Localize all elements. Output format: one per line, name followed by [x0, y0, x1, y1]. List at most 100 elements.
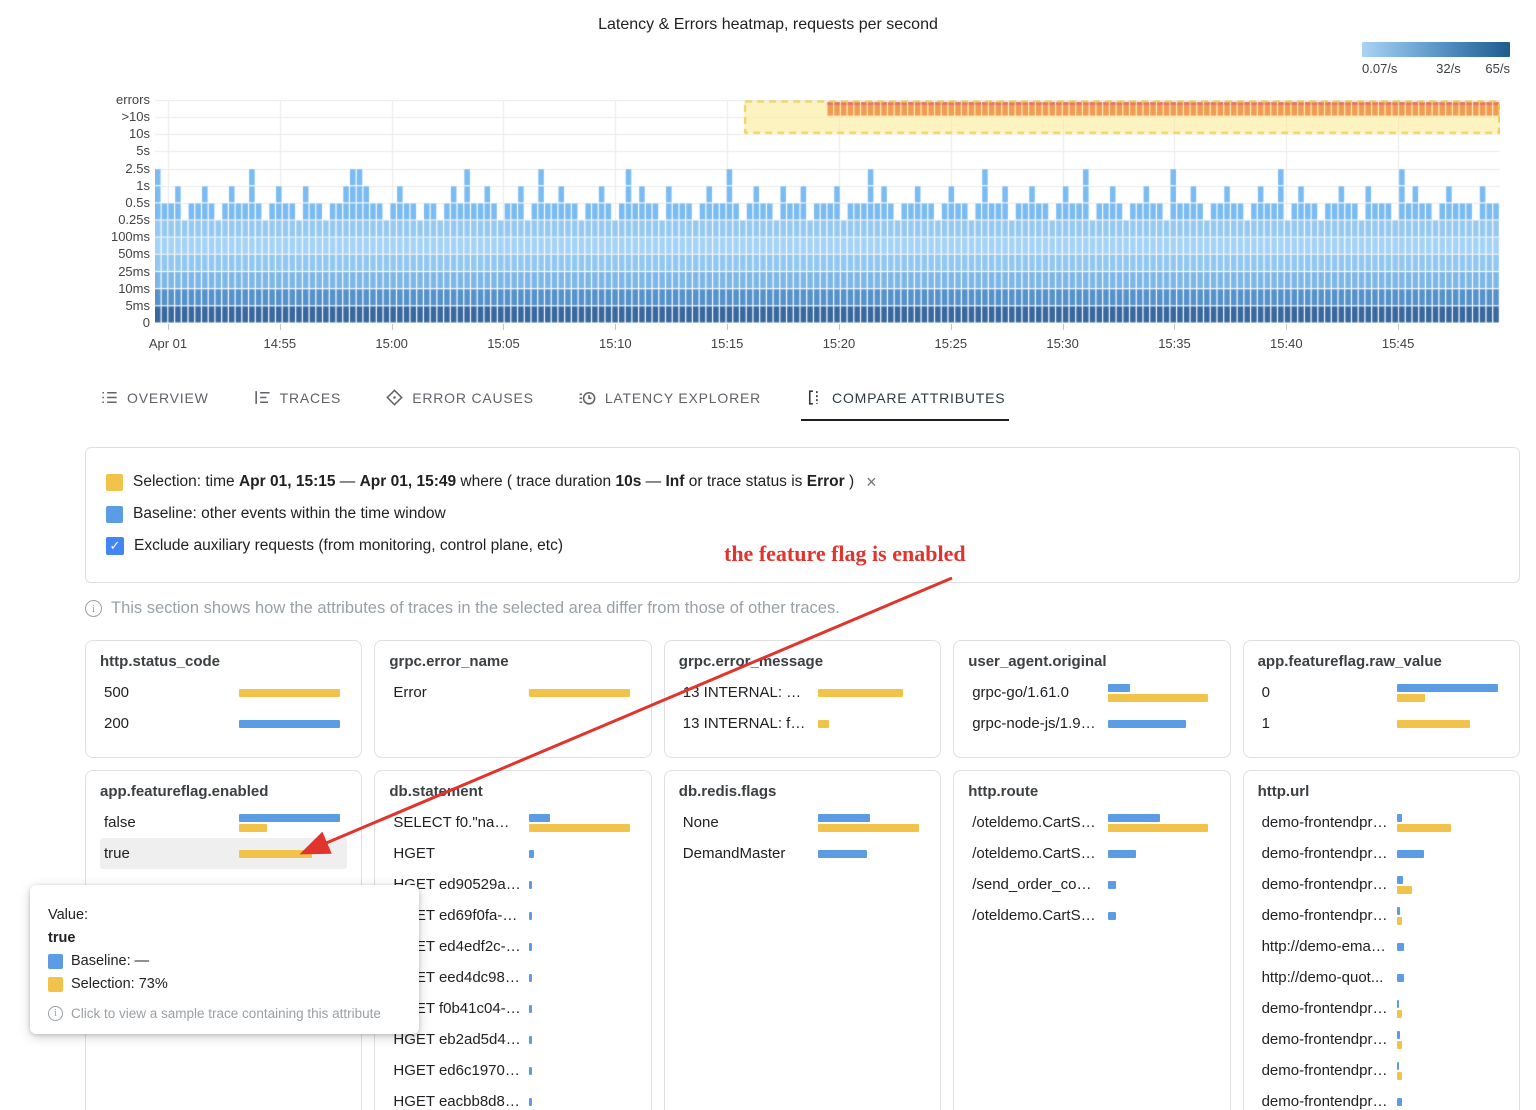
attribute-value-row[interactable]: demo-frontendpro... — [1258, 993, 1505, 1024]
baseline-bar — [529, 912, 532, 920]
attribute-value-label: http://demo-quot... — [1262, 969, 1392, 986]
tab-latency-explorer[interactable]: LATENCY EXPLORER — [578, 388, 761, 421]
x-axis-label: 15:45 — [1353, 336, 1443, 351]
attribute-bars — [529, 1036, 633, 1044]
x-axis-tick — [839, 324, 840, 330]
x-axis-label: 15:00 — [347, 336, 437, 351]
attribute-cards-grid: http.status_code500200grpc.error_nameErr… — [85, 640, 1520, 1110]
attribute-value-label: 1 — [1262, 715, 1278, 732]
y-axis-label: 10ms — [2, 281, 150, 296]
x-axis-tick — [615, 324, 616, 330]
x-axis-label: Apr 01 — [123, 336, 213, 351]
selection-bar — [818, 689, 903, 697]
attribute-bars — [529, 850, 633, 858]
section-info-line: i This section shows how the attributes … — [85, 599, 840, 618]
latency-explorer-icon — [578, 388, 597, 407]
tooltip-hint: i Click to view a sample trace containin… — [48, 1006, 401, 1021]
baseline-bar — [1397, 814, 1402, 822]
attribute-value-row[interactable]: HGET ed90529a-f... — [389, 869, 636, 900]
selection-swatch — [106, 474, 123, 491]
attribute-value-label: demo-frontendpro... — [1262, 876, 1397, 893]
tab-overview[interactable]: OVERVIEW — [100, 388, 209, 421]
y-axis-label: 2.5s — [2, 161, 150, 176]
overview-list-icon — [100, 388, 119, 407]
attribute-value-row[interactable]: true — [100, 838, 347, 869]
attribute-value-label: /oteldemo.CartSe... — [972, 845, 1107, 862]
tab-error-causes[interactable]: ERROR CAUSES — [385, 388, 534, 421]
x-axis-tick — [951, 324, 952, 330]
exclude-checkbox[interactable]: ✓ — [106, 537, 124, 555]
baseline-bar — [1108, 912, 1116, 920]
attribute-card-http.status_code: http.status_code500200 — [85, 640, 362, 758]
attribute-bars — [529, 974, 633, 982]
baseline-bar — [1397, 974, 1404, 982]
attribute-value-label: true — [104, 845, 138, 862]
attribute-value-row[interactable]: 1 — [1258, 708, 1505, 739]
tab-compare-attributes[interactable]: COMPARE ATTRIBUTES — [805, 388, 1005, 421]
close-icon[interactable]: × — [866, 473, 877, 491]
baseline-bar — [529, 1036, 532, 1044]
attribute-value-row[interactable]: None — [679, 807, 926, 838]
attribute-value-row[interactable]: 13 INTERNAL: Err... — [679, 677, 926, 708]
baseline-bar — [1397, 1000, 1399, 1008]
attribute-value-row[interactable]: /oteldemo.CartSe... — [968, 838, 1215, 869]
attribute-value-row[interactable]: demo-frontendpro... — [1258, 1055, 1505, 1086]
attribute-value-row[interactable]: 500 — [100, 677, 347, 708]
attribute-bars — [529, 881, 633, 889]
attribute-value-row[interactable]: SELECT f0."name"... — [389, 807, 636, 838]
attribute-value-label: grpc-node-js/1.9.13 — [972, 715, 1107, 732]
attribute-value-row[interactable]: DemandMaster — [679, 838, 926, 869]
attribute-value-row[interactable]: demo-frontendpro... — [1258, 900, 1505, 931]
card-title: user_agent.original — [968, 653, 1215, 670]
attribute-value-row[interactable]: HGET eb2ad5d4-f... — [389, 1024, 636, 1055]
baseline-bar — [1108, 814, 1160, 822]
y-axis-label: 1s — [2, 178, 150, 193]
attribute-tooltip: Value: true Baseline: — Selection: 73% i… — [30, 885, 419, 1034]
x-axis-label: 15:20 — [794, 336, 884, 351]
attribute-value-row[interactable]: demo-frontendpro... — [1258, 1086, 1505, 1110]
attribute-card-user_agent.original: user_agent.original grpc-go/1.61.0 grpc-no… — [953, 640, 1230, 758]
attribute-value-row[interactable]: grpc-node-js/1.9.13 — [968, 708, 1215, 739]
attribute-value-row[interactable]: HGET eacbb8d8-f... — [389, 1086, 636, 1110]
attribute-value-row[interactable]: /oteldemo.CartSe... — [968, 900, 1215, 931]
card-title: http.route — [968, 783, 1215, 800]
baseline-bar — [1108, 720, 1186, 728]
attribute-value-row[interactable]: HGET ed69f0fa-f0... — [389, 900, 636, 931]
tab-label: OVERVIEW — [127, 390, 209, 406]
attribute-value-row[interactable]: 0 — [1258, 677, 1505, 708]
tab-traces[interactable]: TRACES — [253, 388, 342, 421]
attribute-value-row[interactable]: false — [100, 807, 347, 838]
latency-errors-heatmap[interactable]: errors>10s10s5s2.5s1s0.5s0.25s100ms50ms2… — [0, 0, 1536, 370]
attribute-value-row[interactable]: http://demo-quot... — [1258, 962, 1505, 993]
y-axis-label: 5ms — [2, 298, 150, 313]
attribute-value-row[interactable]: http://demo-email... — [1258, 931, 1505, 962]
attribute-value-row[interactable]: demo-frontendpro... — [1258, 807, 1505, 838]
attribute-value-row[interactable]: HGET eed4dc98-f... — [389, 962, 636, 993]
attribute-value-row[interactable]: Error — [389, 677, 636, 708]
heatmap-canvas[interactable] — [155, 100, 1500, 323]
attribute-value-row[interactable]: HGET ed4edf2c-f... — [389, 931, 636, 962]
tooltip-hint-text: Click to view a sample trace containing … — [71, 1006, 381, 1021]
attribute-value-row[interactable]: grpc-go/1.61.0 — [968, 677, 1215, 708]
attribute-bars — [1397, 907, 1501, 925]
attribute-value-row[interactable]: demo-frontendpro... — [1258, 1024, 1505, 1055]
tab-bar: OVERVIEW TRACES ERROR CAUSES LATENCY EXPLOR… — [100, 388, 1005, 421]
attribute-value-row[interactable]: /send_order_confi... — [968, 869, 1215, 900]
attribute-value-row[interactable]: demo-frontendpro... — [1258, 869, 1505, 900]
attribute-value-row[interactable]: /oteldemo.CartSe... — [968, 807, 1215, 838]
attribute-value-row[interactable]: HGET — [389, 838, 636, 869]
attribute-bars — [529, 1005, 633, 1013]
attribute-value-label: 0 — [1262, 684, 1278, 701]
attribute-value-row[interactable]: demo-frontendpro... — [1258, 838, 1505, 869]
check-icon: ✓ — [110, 534, 121, 558]
attribute-value-row[interactable]: 200 — [100, 708, 347, 739]
attribute-bars — [818, 814, 922, 832]
tab-label: COMPARE ATTRIBUTES — [832, 390, 1005, 406]
attribute-value-row[interactable]: 13 INTERNAL: fail... — [679, 708, 926, 739]
attribute-bars — [529, 1067, 633, 1075]
selection-bar — [529, 689, 630, 697]
attribute-value-row[interactable]: HGET f0b41c04-f... — [389, 993, 636, 1024]
attribute-value-row[interactable]: HGET ed6c1970-f... — [389, 1055, 636, 1086]
baseline-bar — [529, 850, 534, 858]
selection-bar — [239, 689, 340, 697]
